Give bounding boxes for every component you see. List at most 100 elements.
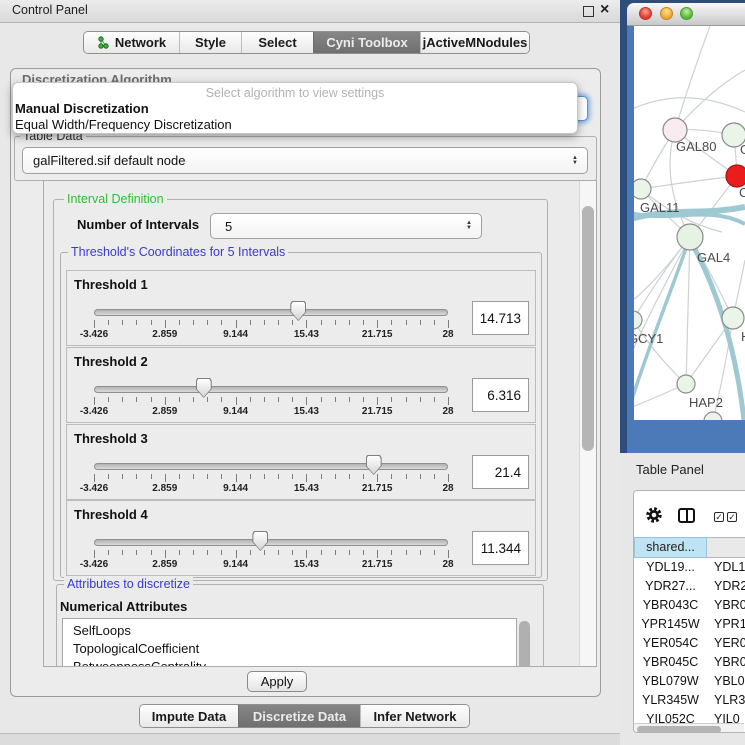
tab-network[interactable]: Network — [84, 32, 179, 53]
horizontal-scrollbar[interactable] — [634, 723, 744, 733]
slider-tick — [321, 320, 322, 325]
table-row[interactable]: YDR27...YDR2 — [634, 577, 745, 596]
slider-tick — [349, 550, 350, 555]
vertical-scrollbar[interactable] — [579, 181, 596, 666]
network-edge[interactable] — [675, 26, 710, 130]
slider-tick — [151, 474, 152, 479]
slider-tick — [349, 474, 350, 479]
threshold-value-field[interactable]: 21.4 — [472, 455, 529, 489]
table-row[interactable]: YER054CYER0 — [634, 634, 745, 653]
network-node[interactable] — [634, 311, 642, 329]
gear-icon[interactable] — [645, 506, 663, 524]
slider-tick — [448, 320, 449, 328]
slider-tick-label: 15.43 — [294, 559, 319, 570]
network-node[interactable] — [677, 224, 703, 250]
slider-thumb[interactable] — [196, 378, 212, 398]
close-traffic-light-icon[interactable] — [639, 7, 652, 20]
table-row[interactable]: YBR045CYBR0 — [634, 653, 745, 672]
slider-tick — [179, 397, 180, 402]
minimize-traffic-light-icon[interactable] — [660, 7, 673, 20]
network-edge[interactable] — [641, 176, 737, 189]
float-window-icon[interactable] — [583, 6, 594, 17]
attribute-list-item[interactable]: BetweennessCentrality — [63, 658, 516, 667]
slider-tick — [278, 474, 279, 479]
list-scrollbar-thumb[interactable] — [519, 621, 530, 667]
network-node[interactable] — [677, 375, 695, 393]
close-icon[interactable]: × — [600, 1, 609, 19]
apply-button[interactable]: Apply — [247, 671, 307, 692]
slider-track[interactable] — [94, 463, 448, 470]
slider-tick — [377, 474, 378, 482]
cell-name: YPR1 — [707, 615, 745, 634]
threshold-value-field[interactable]: 6.316 — [472, 378, 529, 412]
cell-shared-name: YBR043C — [634, 596, 707, 615]
slider-tick — [207, 550, 208, 555]
dropdown-option-manual-discretization[interactable]: Manual Discretization — [15, 101, 149, 116]
table-row[interactable]: YPR145WYPR1 — [634, 615, 745, 634]
tab-select[interactable]: Select — [241, 32, 313, 53]
table-row[interactable]: YLR345WYLR3 — [634, 691, 745, 710]
slider-tick — [420, 474, 421, 479]
tab-jactivemnodules[interactable]: jActiveMNodules — [420, 32, 529, 53]
slider-tick-label: 15.43 — [294, 329, 319, 340]
slider-thumb[interactable] — [366, 455, 382, 475]
column-header-name[interactable]: na — [707, 537, 745, 558]
network-canvas[interactable]: GAL80GALGAL11CGAL4GCY1HHAP2 — [634, 26, 745, 420]
slider-tick — [221, 474, 222, 479]
slider-tick-label: -3.426 — [80, 483, 108, 494]
slider-track[interactable] — [94, 309, 448, 316]
slider-tick — [306, 320, 307, 328]
slider-tick — [335, 320, 336, 325]
network-edge[interactable] — [634, 237, 690, 320]
slider-track[interactable] — [94, 539, 448, 546]
tab-cyni-toolbox[interactable]: Cyni Toolbox — [313, 32, 420, 53]
slider-tick — [165, 397, 166, 405]
threshold-value-field[interactable]: 14.713 — [472, 301, 529, 335]
slider-thumb[interactable] — [290, 301, 306, 321]
attribute-list-item[interactable]: SelfLoops — [63, 619, 516, 640]
numerical-attributes-list[interactable]: SelfLoopsTopologicalCoefficientBetweenne… — [62, 618, 517, 667]
threshold-value-field[interactable]: 11.344 — [472, 531, 529, 565]
network-edge[interactable] — [634, 237, 690, 310]
tab-infer-network[interactable]: Infer Network — [360, 705, 469, 727]
slider-tick-label: 28 — [442, 559, 453, 570]
threshold-panel-2: Threshold 2-3.4262.8599.14415.4321.71528… — [66, 347, 536, 423]
network-node[interactable] — [722, 307, 744, 329]
network-node[interactable] — [634, 179, 651, 199]
cell-shared-name: YDR27... — [634, 577, 707, 596]
table-row[interactable]: YBL079WYBL0 — [634, 672, 745, 691]
table-row[interactable]: YBR043CYBR0 — [634, 596, 745, 615]
tab-impute-data[interactable]: Impute Data — [140, 705, 238, 727]
slider-tick — [136, 474, 137, 479]
slider-tick — [434, 474, 435, 479]
network-edge-thick[interactable] — [690, 240, 744, 420]
checkbox-icon[interactable]: ✓ — [727, 512, 737, 522]
slider-thumb[interactable] — [252, 531, 268, 551]
cell-shared-name: YBL079W — [634, 672, 707, 691]
network-edge[interactable] — [634, 98, 745, 115]
tab-style[interactable]: Style — [179, 32, 241, 53]
slider-tick — [321, 474, 322, 479]
number-of-intervals-combobox[interactable]: 5 ▲▼ — [210, 213, 482, 239]
table-row[interactable]: YDL19...YDL1 — [634, 558, 745, 577]
network-edge[interactable] — [686, 237, 690, 384]
cell-name: YLR3 — [707, 691, 745, 710]
dropdown-hint-item[interactable]: Select algorithm to view settings — [13, 86, 577, 100]
network-node[interactable] — [704, 412, 722, 420]
column-header-shared-name[interactable]: shared... — [634, 537, 707, 558]
zoom-traffic-light-icon[interactable] — [680, 7, 693, 20]
checkbox-icon[interactable]: ✓ — [714, 512, 724, 522]
slider-tick — [250, 550, 251, 555]
table-data-combobox[interactable]: galFiltered.sif default node ▲▼ — [22, 147, 588, 174]
network-node[interactable] — [726, 165, 745, 187]
slider-tick — [448, 474, 449, 482]
network-window-titlebar[interactable] — [627, 3, 745, 26]
dropdown-option-equal-width[interactable]: Equal Width/Frequency Discretization — [15, 117, 232, 132]
slider-track[interactable] — [94, 386, 448, 393]
horizontal-scrollbar-thumb[interactable] — [637, 726, 721, 733]
columns-icon[interactable] — [678, 508, 695, 523]
tab-discretize-data[interactable]: Discretize Data — [238, 705, 360, 727]
slider-tick-label: -3.426 — [80, 559, 108, 570]
attribute-list-item[interactable]: TopologicalCoefficient — [63, 640, 516, 658]
vertical-scrollbar-thumb[interactable] — [582, 206, 594, 451]
